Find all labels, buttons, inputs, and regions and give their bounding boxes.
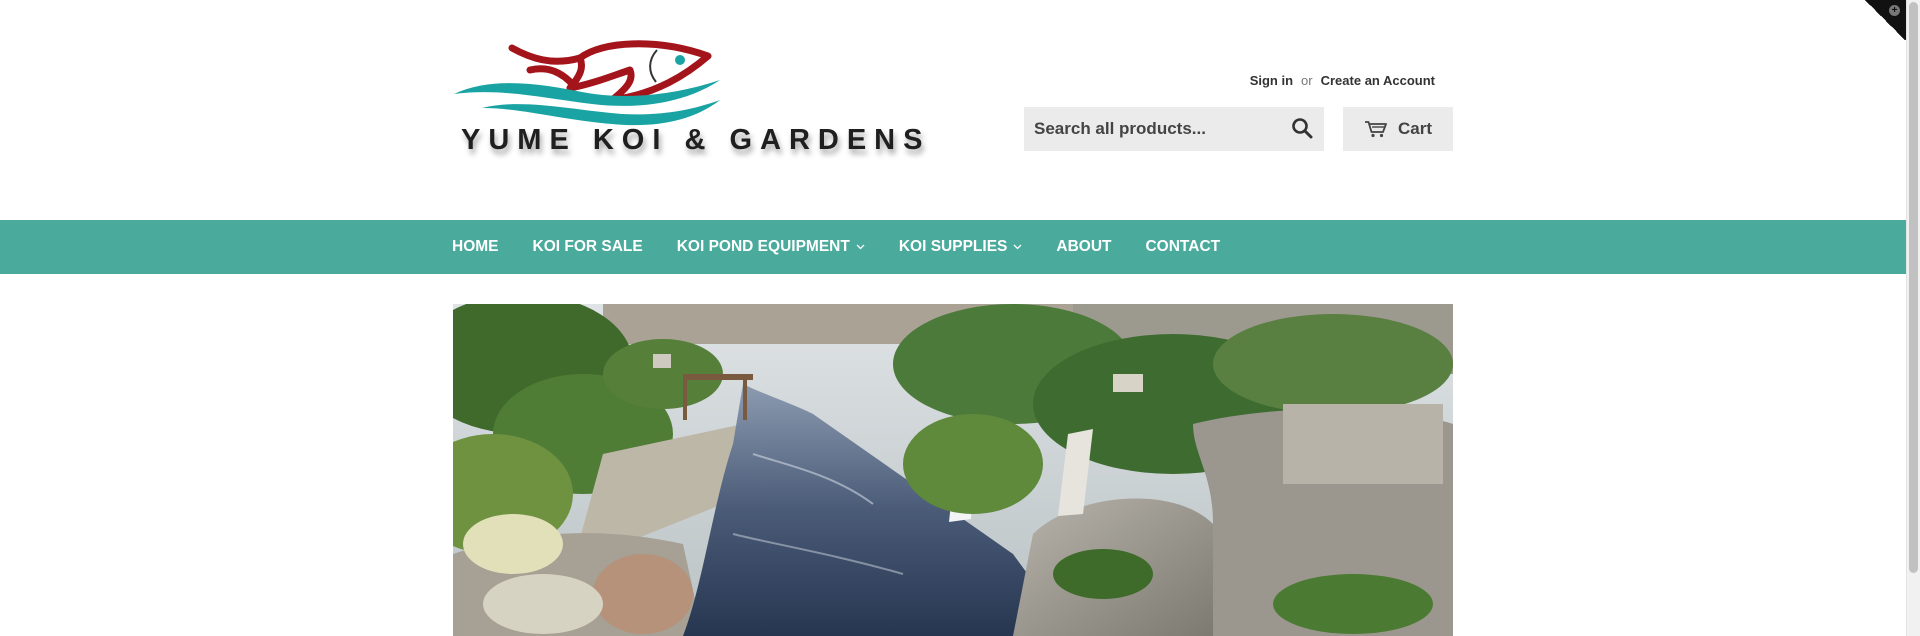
search-icon (1292, 118, 1313, 139)
koi-pond-garden-photo (453, 304, 1453, 636)
scrollbar-thumb[interactable] (1909, 2, 1918, 573)
nav-item-koi-supplies[interactable]: KOI SUPPLIES (899, 238, 1023, 256)
nav-item-label: KOI POND EQUIPMENT (676, 238, 850, 255)
sign-in-link[interactable]: Sign in (1250, 73, 1293, 88)
scrollbar[interactable] (1906, 0, 1920, 636)
nav-item-contact[interactable]: CONTACT (1145, 238, 1220, 256)
nav-item-label: ABOUT (1056, 238, 1112, 255)
search-box (1024, 107, 1324, 151)
corner-badge[interactable]: + (1864, 0, 1906, 40)
brand-wordmark: YUME KOI & GARDENS (461, 124, 931, 156)
chevron-down-icon (1013, 244, 1022, 250)
cart-icon (1364, 121, 1387, 138)
cart-label: Cart (1397, 119, 1432, 138)
hero-image (453, 304, 1453, 636)
nav-item-label: CONTACT (1145, 238, 1221, 255)
main-nav: HOME KOI FOR SALE KOI POND EQUIPMENT KOI… (0, 220, 1906, 274)
create-account-link[interactable]: Create an Account (1321, 73, 1435, 88)
nav-item-label: KOI FOR SALE (532, 238, 643, 255)
nav-item-label: HOME (452, 238, 499, 255)
nav-item-about[interactable]: ABOUT (1056, 238, 1111, 256)
nav-item-koi-for-sale[interactable]: KOI FOR SALE (533, 238, 643, 256)
account-links: Sign in or Create an Account (1250, 73, 1435, 88)
nav-item-label: KOI SUPPLIES (898, 238, 1008, 255)
account-separator: or (1301, 73, 1313, 88)
cart-button[interactable]: Cart (1343, 107, 1453, 151)
search-button[interactable] (1290, 117, 1314, 141)
settings-icon: + (1889, 5, 1900, 16)
nav-list: HOME KOI FOR SALE KOI POND EQUIPMENT KOI… (452, 220, 1254, 274)
search-input[interactable] (1024, 107, 1274, 151)
nav-item-home[interactable]: HOME (452, 238, 499, 256)
chevron-down-icon (856, 244, 865, 250)
site-header: YUME KOI & GARDENS Sign in or Create an Ac… (0, 0, 1906, 220)
nav-item-koi-pond-equipment[interactable]: KOI POND EQUIPMENT (677, 238, 865, 256)
